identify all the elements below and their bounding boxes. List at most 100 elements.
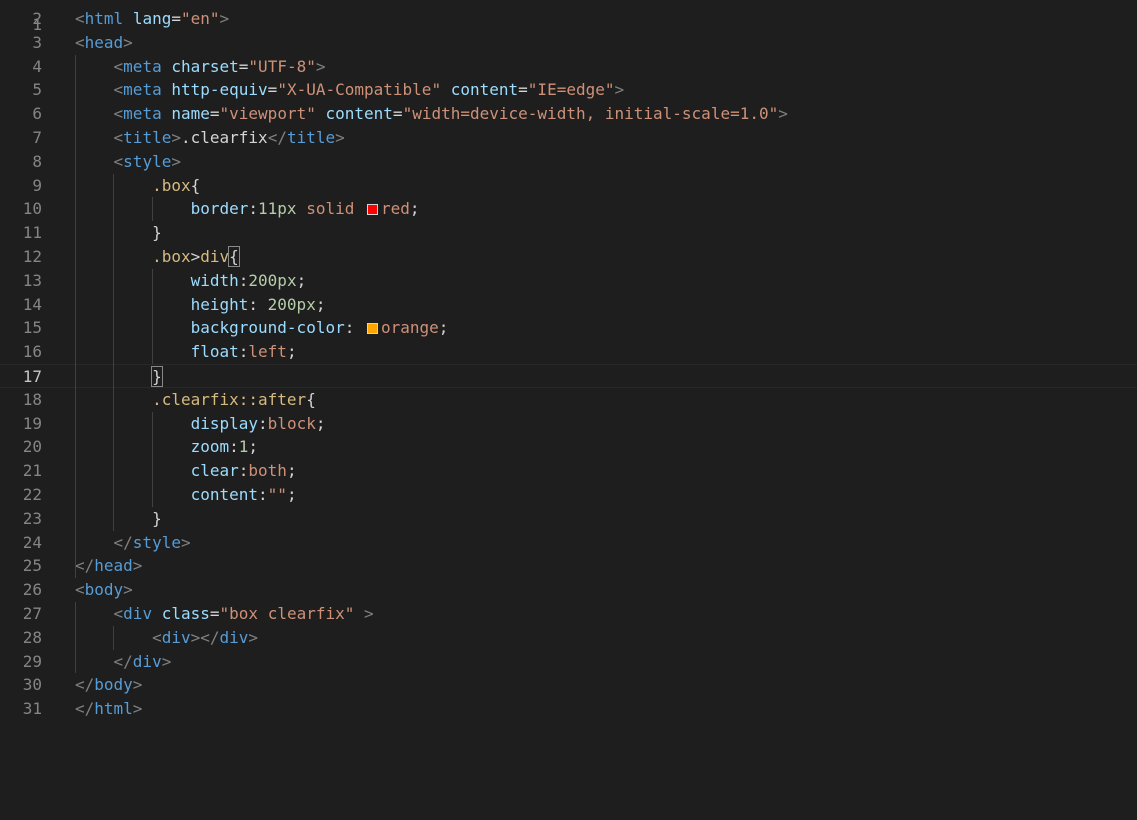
line-number: 9 <box>32 175 42 195</box>
code-line[interactable]: 12 .box>div{ <box>0 245 1137 269</box>
code-text: <meta charset="UTF-8"> <box>75 55 326 79</box>
code-line[interactable]: 29 </div> <box>0 650 1137 674</box>
code-token: div <box>200 247 230 266</box>
code-line[interactable]: 30 </body> <box>0 673 1137 697</box>
code-line[interactable]: 27 <div class="box clearfix" > <box>0 602 1137 626</box>
code-line[interactable]: 3 <head> <box>0 31 1137 55</box>
line-number: 5 <box>32 80 42 100</box>
code-text: } <box>75 507 162 531</box>
code-text: <style> <box>75 150 181 174</box>
code-line[interactable]: 20 zoom:1; <box>0 435 1137 459</box>
code-token: : <box>344 318 364 338</box>
line-number: 2 <box>32 9 42 28</box>
code-text: content:""; <box>75 483 297 507</box>
code-token: height <box>190 294 249 314</box>
code-line[interactable]: 17 } <box>0 364 1137 388</box>
line-number: 23 <box>22 508 42 528</box>
code-token: solid <box>306 199 355 219</box>
code-line[interactable]: 6 <meta name="viewport" content="width=d… <box>0 102 1137 126</box>
code-token: lang <box>132 9 172 28</box>
code-line[interactable]: 19 display:block; <box>0 412 1137 436</box>
code-token: 1 <box>238 437 249 457</box>
code-line[interactable]: 14 height: 200px; <box>0 293 1137 317</box>
color-swatch-orange[interactable] <box>366 323 378 335</box>
code-line[interactable]: 10 border:11px solid red; <box>0 197 1137 221</box>
code-text: } <box>75 365 163 389</box>
code-token: < <box>152 627 162 647</box>
code-text: <meta name="viewport" content="width=dev… <box>75 102 788 126</box>
code-line[interactable]: 23 } <box>0 507 1137 531</box>
code-text: <title>.clearfix</title> <box>75 126 345 150</box>
code-token: > <box>132 699 143 719</box>
code-token: </ <box>75 675 95 695</box>
code-token: ; <box>286 342 297 362</box>
code-line[interactable]: 4 <meta charset="UTF-8"> <box>0 55 1137 79</box>
line-number: 12 <box>22 247 42 266</box>
code-token: > <box>123 580 133 600</box>
code-line[interactable]: 5 <meta http-equiv="X-UA-Compatible" con… <box>0 78 1137 102</box>
code-line[interactable]: 22 content:""; <box>0 483 1137 507</box>
code-text: <div class="box clearfix" > <box>75 602 374 626</box>
code-token: ; <box>409 199 420 219</box>
code-line[interactable]: 16 float:left; <box>0 340 1137 364</box>
code-token: > <box>190 247 201 266</box>
code-token: content <box>450 80 519 100</box>
indent-guide <box>113 173 114 531</box>
code-line[interactable]: 21 clear:both; <box>0 459 1137 483</box>
code-token: div <box>219 627 249 647</box>
code-token: : <box>248 294 268 314</box>
code-token: > <box>123 32 133 52</box>
code-line[interactable]: 13 width:200px; <box>0 269 1137 293</box>
code-token: red <box>381 199 410 219</box>
code-token: body <box>84 580 124 600</box>
code-token: class <box>161 604 210 623</box>
code-token: name <box>171 104 210 124</box>
code-line[interactable]: 18 .clearfix::after{ <box>0 388 1137 412</box>
code-token: } <box>152 223 162 243</box>
line-number: 4 <box>32 56 42 76</box>
code-line[interactable]: 26 <body> <box>0 578 1137 602</box>
code-editor[interactable]: 1 2 <html lang="en"> 3 <head> 4 <meta charse… <box>0 0 1137 820</box>
code-token: ></ <box>190 627 220 647</box>
code-token: > <box>248 627 259 647</box>
color-swatch-red[interactable] <box>367 204 379 216</box>
code-line[interactable]: 28 <div></div> <box>0 626 1137 650</box>
code-token: div <box>123 604 153 623</box>
code-line[interactable]: 24 </style> <box>0 531 1137 555</box>
code-line[interactable]: 11 } <box>0 221 1137 245</box>
code-line[interactable]: 8 <style> <box>0 150 1137 174</box>
code-token: < <box>113 56 124 76</box>
line-number: 10 <box>22 199 42 219</box>
code-text: .box{ <box>75 174 200 198</box>
code-line[interactable]: 31 </html> <box>0 697 1137 721</box>
code-line[interactable]: 15 background-color: orange; <box>0 316 1137 340</box>
code-line[interactable]: 25 </head> <box>0 554 1137 578</box>
code-token: < <box>75 580 85 600</box>
code-token: meta <box>123 56 162 76</box>
code-token: meta <box>123 80 162 100</box>
code-token: 200px <box>267 294 316 314</box>
code-line[interactable]: 2 <html lang="en"> <box>0 7 1137 31</box>
code-line[interactable]: 9 .box{ <box>0 174 1137 198</box>
code-token: </ <box>113 532 133 552</box>
code-text: </html> <box>75 697 142 721</box>
line-number: 16 <box>22 342 42 362</box>
code-token: </ <box>75 556 95 576</box>
code-token: = <box>209 604 220 623</box>
indent-guide <box>75 54 76 579</box>
line-number: 29 <box>22 651 42 671</box>
code-line[interactable]: 7 <title>.clearfix</title> <box>0 126 1137 150</box>
